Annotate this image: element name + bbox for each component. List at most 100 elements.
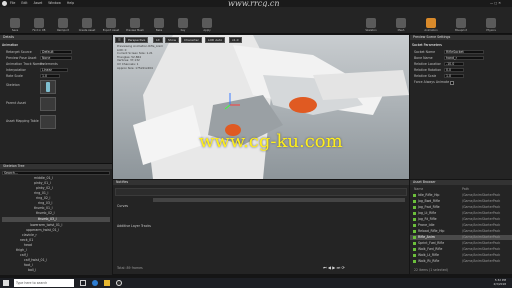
search-icon (34, 18, 44, 28)
section-animation[interactable]: Animation (2, 43, 18, 48)
animation-asset-icon (413, 194, 416, 197)
edge-icon[interactable] (92, 280, 98, 286)
asset-path: /Game/AnimStarterPack (462, 253, 501, 257)
viewport[interactable]: ☰ Perspective Lit Show Character LOD Aut… (113, 35, 409, 179)
menu-asset[interactable]: Asset (34, 1, 43, 5)
column-name[interactable]: Name (414, 187, 423, 192)
taskbar-search-input[interactable]: Type here to search (14, 279, 74, 287)
character-button[interactable]: Character (181, 37, 202, 43)
asset-name: Rifle_Anim (418, 235, 435, 239)
save-icon (10, 18, 20, 28)
toolbar: Save Find in CB Reimport Create Asset Ex… (0, 7, 512, 34)
menu-help[interactable]: Help (67, 1, 74, 5)
blueprint-mode-button[interactable]: Blueprint (450, 15, 472, 37)
animation-asset-icon (413, 242, 416, 245)
bone-name-field[interactable]: hand_r (444, 56, 484, 60)
menu-edit[interactable]: Edit (21, 1, 27, 5)
mesh-mode-button[interactable]: Mesh (390, 15, 412, 37)
find-in-cb-button[interactable]: Find in CB (28, 15, 50, 37)
asset-row[interactable]: Jog_Bwd_Rifle/Game/AnimStarterPack (410, 199, 512, 204)
apply-button[interactable]: Apply (196, 15, 218, 37)
asset-row[interactable]: Idle_Rifle_Hip/Game/AnimStarterPack (410, 193, 512, 198)
asset-path: /Game/AnimStarterPack (462, 229, 501, 233)
save-button[interactable]: Save (4, 15, 26, 37)
explorer-icon[interactable] (104, 280, 110, 286)
asset-row[interactable]: Reload_Rifle_Hip/Game/AnimStarterPack (410, 229, 512, 234)
asset-row[interactable]: Walk_Fwd_Rifle/Game/AnimStarterPack (410, 247, 512, 252)
force-animate-checkbox[interactable] (450, 81, 454, 85)
asset-row[interactable]: Rifle_Anim/Game/AnimStarterPack (410, 235, 512, 240)
asset-row[interactable]: Walk_Lt_Rifle/Game/AnimStarterPack (410, 253, 512, 258)
relative-location-field[interactable]: -10.0 (444, 62, 464, 66)
animation-asset-icon (413, 224, 416, 227)
show-button[interactable]: Show (165, 37, 180, 43)
window-controls[interactable]: — □ ✕ (490, 1, 510, 6)
physics-mode-button[interactable]: Physics (480, 15, 502, 37)
skeleton-tree-header: Skeleton Tree (0, 164, 112, 169)
menu-window[interactable]: Window (48, 1, 61, 5)
speed-button[interactable]: x1.0 (229, 37, 242, 43)
asset-row[interactable]: Jog_Lt_Rifle/Game/AnimStarterPack (410, 211, 512, 216)
asset-name: Walk_Rt_Rifle (418, 259, 440, 263)
retarget-source-select[interactable]: Default (40, 50, 72, 54)
mesh-mode-icon (396, 18, 406, 28)
interpolation-select[interactable]: Linear (40, 68, 68, 72)
asset-row[interactable]: Sprint_Fwd_Rifle/Game/AnimStarterPack (410, 241, 512, 246)
bake-button[interactable]: Bake (148, 15, 170, 37)
transport-controls[interactable]: ⏮ ◀ ▶ ⏭ ⟳ (323, 265, 345, 270)
ue-logo-icon (2, 1, 7, 6)
timeline-scrubber[interactable] (153, 198, 405, 202)
asset-path: /Game/AnimStarterPack (462, 223, 501, 227)
menu-file[interactable]: File (10, 1, 15, 5)
reimport-button[interactable]: Reimport (52, 15, 74, 37)
asset-row[interactable]: Jog_Fwd_Rifle/Game/AnimStarterPack (410, 205, 512, 210)
animation-asset-icon (413, 200, 416, 203)
section-socket-parameters[interactable]: Socket Parameters (412, 43, 442, 48)
unreal-taskbar-icon[interactable] (116, 280, 122, 286)
skeleton-mode-button[interactable]: Skeleton (360, 15, 382, 37)
export-asset-button[interactable]: Export Asset (100, 15, 122, 37)
asset-row[interactable]: Prone_Idle/Game/AnimStarterPack (410, 223, 512, 228)
asset-row[interactable]: Jog_Rt_Rifle/Game/AnimStarterPack (410, 217, 512, 222)
asset-path: /Game/AnimStarterPack (462, 211, 501, 215)
socket-name-field[interactable]: RifleSocket (444, 50, 484, 54)
lod-button[interactable]: LOD Auto (205, 37, 226, 43)
rate-scale-field[interactable]: 1.0 (40, 74, 60, 78)
asset-path: /Game/AnimStarterPack (462, 199, 501, 203)
animation-asset-icon (413, 236, 416, 239)
menu-bar: File Edit Asset Window Help www.rrcg.cn … (0, 0, 512, 8)
asset-path: /Game/AnimStarterPack (462, 259, 501, 263)
lit-button[interactable]: Lit (153, 37, 163, 43)
notify-track[interactable] (115, 188, 407, 196)
reimport-icon (58, 18, 68, 28)
tree-item-selected[interactable]: thumb_03_l (2, 217, 110, 222)
parent-asset-thumbnail[interactable] (40, 97, 56, 111)
preview-settings-header: Preview Scene Settings (410, 35, 512, 40)
tree-item[interactable]: ball_l (2, 268, 110, 273)
asset-row[interactable]: Walk_Rt_Rifle/Game/AnimStarterPack (410, 259, 512, 264)
asset-count: 22 items (1 selected) (414, 268, 448, 272)
relative-scale-field[interactable]: 1.0 (444, 74, 464, 78)
animation-mode-button[interactable]: Animation (420, 15, 442, 37)
windows-start-icon[interactable] (3, 280, 9, 286)
preview-mesh-button[interactable]: Preview Mesh (124, 15, 146, 37)
column-path[interactable]: Path (462, 187, 469, 192)
relative-rotation-field[interactable]: 0.0 (444, 68, 464, 72)
curve-name: Additive Layer Tracks (117, 224, 151, 228)
tree-item[interactable]: thumb_02_l (2, 211, 110, 216)
asset-browser-header: Asset Browser (410, 180, 512, 185)
tree-search-input[interactable]: Search... (2, 171, 110, 175)
asset-name: Jog_Rt_Rifle (418, 217, 437, 221)
asset-name: Idle_Rifle_Hip (418, 193, 440, 197)
clock[interactable]: 5:32 PM 2/3/2018 (493, 278, 506, 286)
key-button[interactable]: Key (172, 15, 194, 37)
timeline-panel: Notifies Curves Additive Layer Tracks To… (113, 180, 409, 274)
create-asset-button[interactable]: Create Asset (76, 15, 98, 37)
viewport-options-button[interactable]: ☰ (115, 37, 124, 43)
preview-pose-select[interactable]: None (40, 56, 72, 60)
asset-browser-panel: Asset Browser Name Path Idle_Rifle_Hip/G… (410, 180, 512, 274)
asset-mapping-thumbnail[interactable] (40, 115, 56, 129)
curves-label[interactable]: Curves (117, 204, 128, 209)
perspective-button[interactable]: Perspective (125, 37, 149, 43)
task-view-icon[interactable] (80, 280, 86, 286)
